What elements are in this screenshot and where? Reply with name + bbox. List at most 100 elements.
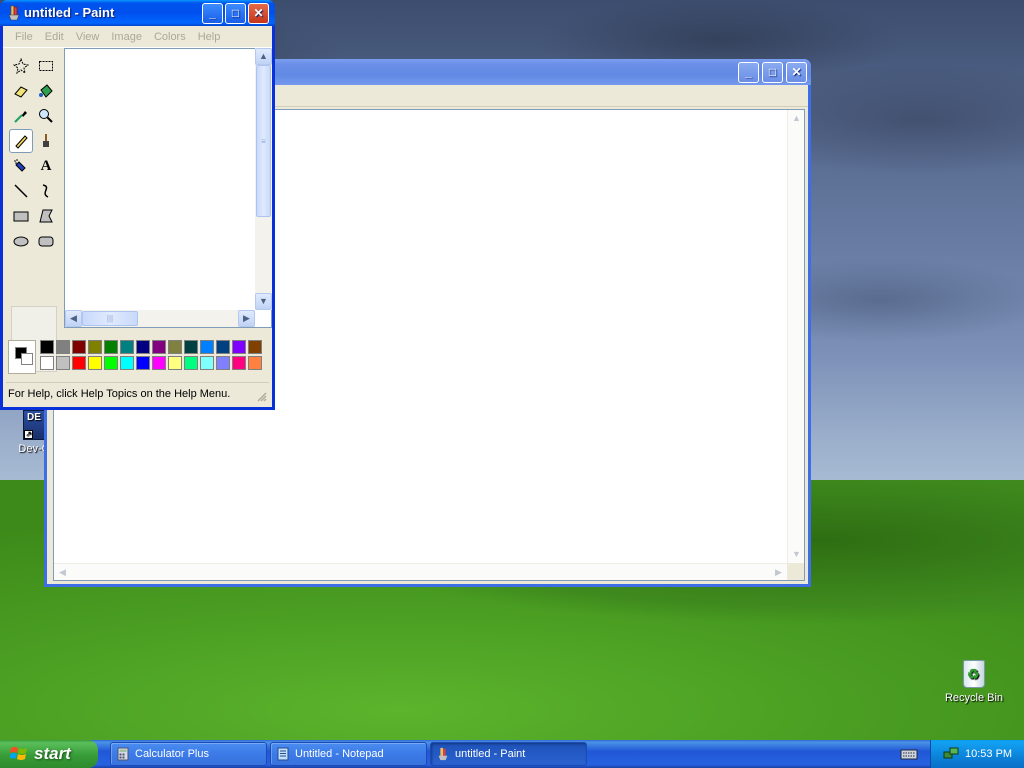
menu-view[interactable]: View xyxy=(70,31,106,43)
palette-swatch[interactable] xyxy=(136,356,150,370)
minimize-button[interactable]: _ xyxy=(738,62,759,83)
resize-grip-icon[interactable] xyxy=(787,563,804,580)
palette-swatch[interactable] xyxy=(168,340,182,354)
free-select-icon[interactable] xyxy=(9,54,33,78)
maximize-button[interactable]: □ xyxy=(225,3,246,24)
palette-swatch[interactable] xyxy=(136,340,150,354)
horizontal-scrollbar[interactable]: ◀ ||| ▶ xyxy=(65,310,255,327)
taskbar-button-calculator[interactable]: Calculator Plus xyxy=(110,742,267,766)
palette-swatch[interactable] xyxy=(104,340,118,354)
scroll-thumb[interactable]: ≡ xyxy=(256,65,271,217)
scroll-right-icon[interactable]: ▶ xyxy=(771,565,786,580)
devcpp-glyph-text: DE xyxy=(27,412,41,423)
horizontal-scrollbar[interactable]: ◀ ▶ xyxy=(54,563,787,580)
palette-swatch[interactable] xyxy=(88,356,102,370)
taskbar-button-paint[interactable]: untitled - Paint xyxy=(430,742,587,766)
polygon-icon[interactable] xyxy=(34,204,58,228)
taskbar-button-label: untitled - Paint xyxy=(455,748,526,760)
palette-swatch[interactable] xyxy=(248,356,262,370)
palette-swatch[interactable] xyxy=(120,340,134,354)
palette-swatch[interactable] xyxy=(152,356,166,370)
resize-grip-icon[interactable] xyxy=(255,390,267,402)
menu-help[interactable]: Help xyxy=(192,31,227,43)
brush-icon[interactable] xyxy=(34,129,58,153)
palette-swatch[interactable] xyxy=(184,356,198,370)
palette-swatch[interactable] xyxy=(232,340,246,354)
palette-swatch[interactable] xyxy=(184,340,198,354)
scroll-up-icon[interactable]: ▲ xyxy=(789,111,804,126)
rectangle-icon[interactable] xyxy=(9,204,33,228)
close-button[interactable]: ✕ xyxy=(786,62,807,83)
palette-swatch[interactable] xyxy=(72,340,86,354)
taskbar: start Calculator Plus Untitled - Notepad… xyxy=(0,740,1024,768)
palette-swatch[interactable] xyxy=(216,356,230,370)
taskbar-button-notepad[interactable]: Untitled - Notepad xyxy=(270,742,427,766)
scroll-thumb[interactable]: ||| xyxy=(82,311,138,326)
start-label: start xyxy=(34,744,71,763)
current-colors[interactable] xyxy=(8,340,36,374)
maximize-button[interactable]: □ xyxy=(762,62,783,83)
desktop-icon-recycle-bin[interactable]: ♻ Recycle Bin xyxy=(938,656,1010,704)
palette-swatch[interactable] xyxy=(40,340,54,354)
palette-swatch[interactable] xyxy=(56,356,70,370)
line-icon[interactable] xyxy=(9,179,33,203)
palette-swatch[interactable] xyxy=(200,356,214,370)
vertical-scrollbar[interactable]: ▲ ▼ xyxy=(787,110,804,563)
scroll-left-icon[interactable]: ◀ xyxy=(55,565,70,580)
notepad-icon xyxy=(277,747,289,761)
airbrush-icon[interactable] xyxy=(9,154,33,178)
recycle-bin-icon: ♻ xyxy=(960,656,988,688)
start-button[interactable]: start xyxy=(0,740,98,768)
network-icon[interactable] xyxy=(943,746,959,762)
status-text: For Help, click Help Topics on the Help … xyxy=(8,388,231,400)
color-picker-icon[interactable] xyxy=(9,104,33,128)
palette-swatch[interactable] xyxy=(248,340,262,354)
palette-swatch[interactable] xyxy=(200,340,214,354)
clock[interactable]: 10:53 PM xyxy=(965,740,1012,768)
paint-menubar[interactable]: File Edit View Image Colors Help xyxy=(3,26,272,48)
keyboard-icon[interactable] xyxy=(900,745,918,763)
palette-swatch[interactable] xyxy=(88,340,102,354)
scroll-left-icon[interactable]: ◀ xyxy=(65,310,82,327)
menu-image[interactable]: Image xyxy=(105,31,148,43)
curve-icon[interactable] xyxy=(34,179,58,203)
rect-select-icon[interactable] xyxy=(34,54,58,78)
scroll-up-icon[interactable]: ▲ xyxy=(255,48,272,65)
status-bar: For Help, click Help Topics on the Help … xyxy=(6,382,269,404)
menu-edit[interactable]: Edit xyxy=(39,31,70,43)
palette-swatch[interactable] xyxy=(216,340,230,354)
paint-title: untitled - Paint xyxy=(24,5,115,20)
ellipse-icon[interactable] xyxy=(9,229,33,253)
toolbox: A xyxy=(6,51,62,327)
menu-colors[interactable]: Colors xyxy=(148,31,192,43)
calculator-icon xyxy=(117,747,129,761)
paint-workspace: A ▲ ≡ ▼ ◀ ||| ▶ xyxy=(3,48,272,372)
paint-window[interactable]: untitled - Paint _ □ ✕ File Edit View Im… xyxy=(0,0,275,410)
scroll-right-icon[interactable]: ▶ xyxy=(238,310,255,327)
palette-swatch[interactable] xyxy=(120,356,134,370)
fill-bucket-icon[interactable] xyxy=(34,79,58,103)
paint-titlebar[interactable]: untitled - Paint _ □ ✕ xyxy=(0,0,275,26)
palette-swatch[interactable] xyxy=(56,340,70,354)
paint-canvas[interactable] xyxy=(64,48,272,328)
palette-swatch[interactable] xyxy=(168,356,182,370)
pencil-icon[interactable] xyxy=(9,129,33,153)
palette-swatch[interactable] xyxy=(152,340,166,354)
eraser-icon[interactable] xyxy=(9,79,33,103)
palette-swatch[interactable] xyxy=(40,356,54,370)
color-palette xyxy=(6,336,272,378)
palette-swatch[interactable] xyxy=(104,356,118,370)
paint-app-icon xyxy=(8,5,20,21)
scroll-down-icon[interactable]: ▼ xyxy=(255,293,272,310)
menu-file[interactable]: File xyxy=(9,31,39,43)
close-button[interactable]: ✕ xyxy=(248,3,269,24)
vertical-scrollbar[interactable]: ▲ ≡ ▼ xyxy=(255,48,272,310)
background-color xyxy=(21,353,33,365)
scroll-down-icon[interactable]: ▼ xyxy=(789,547,804,562)
palette-swatch[interactable] xyxy=(232,356,246,370)
magnifier-icon[interactable] xyxy=(34,104,58,128)
rounded-rect-icon[interactable] xyxy=(34,229,58,253)
minimize-button[interactable]: _ xyxy=(202,3,223,24)
text-icon[interactable]: A xyxy=(34,154,58,178)
palette-swatch[interactable] xyxy=(72,356,86,370)
